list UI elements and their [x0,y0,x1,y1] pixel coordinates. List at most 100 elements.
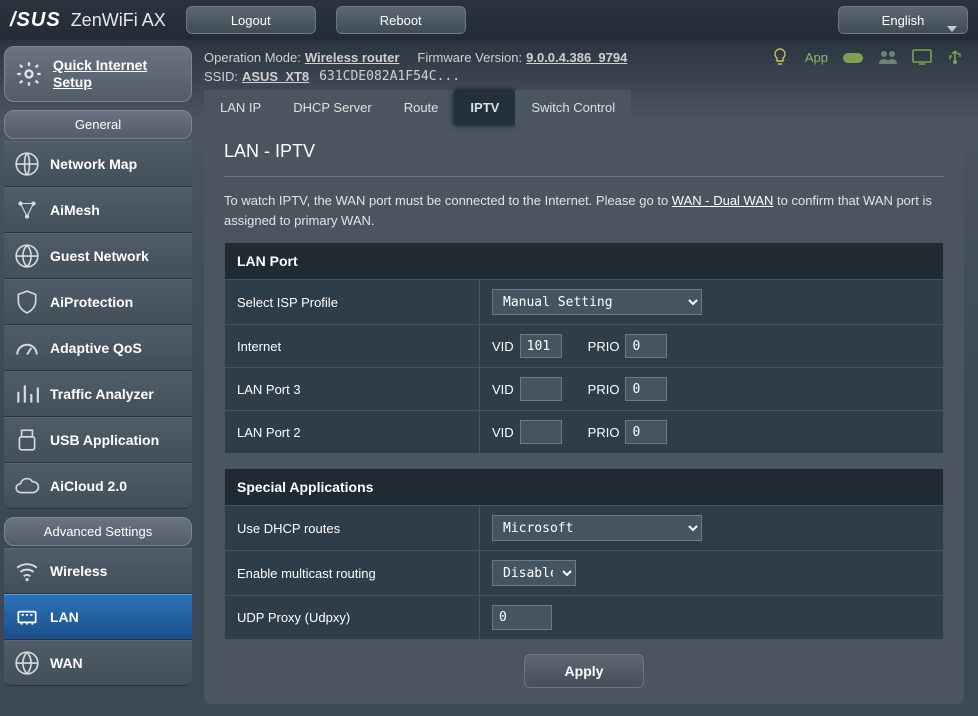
ssid-value[interactable]: ASUS_XT8 [242,69,309,84]
fw-label: Firmware Version: [417,50,522,65]
page-title: LAN - IPTV [224,141,944,162]
usb-icon [14,427,40,453]
lanport3-prio-input[interactable] [625,377,667,401]
tab-dhcp-server[interactable]: DHCP Server [277,90,388,125]
vid-label: VID [492,425,514,440]
sidebar-item-aicloud[interactable]: AiCloud 2.0 [4,463,192,509]
gauge-icon [14,335,40,361]
content-pane: LAN - IPTV To watch IPTV, the WAN port m… [204,125,964,704]
sidebar-item-label: Guest Network [50,248,149,264]
fw-value[interactable]: 9.0.0.4.386_9794 [526,50,627,65]
internet-prio-input[interactable] [625,334,667,358]
sidebar-item-label: AiProtection [50,294,133,310]
sidebar-item-label: USB Application [50,432,159,448]
lanport2-vid-input[interactable] [520,420,562,444]
product-name: ZenWiFi AX [71,10,166,31]
row-lanport2-label: LAN Port 2 [225,411,480,454]
chart-icon [14,381,40,407]
special-apps-header: Special Applications [225,469,944,506]
usb-status-icon[interactable] [946,48,964,66]
lanport2-prio-input[interactable] [625,420,667,444]
language-select[interactable]: English [838,6,968,34]
tab-bar: LAN IP DHCP Server Route IPTV Switch Con… [204,90,964,125]
app-label[interactable]: App [805,50,828,65]
globe-icon [14,151,40,177]
users-icon[interactable] [878,49,898,65]
sidebar-item-traffic-analyzer[interactable]: Traffic Analyzer [4,371,192,417]
mac-value: 631CDE082A1F54C... [319,69,460,84]
internet-vid-input[interactable] [520,334,562,358]
row-internet-label: Internet [225,325,480,368]
isp-profile-select[interactable]: Manual Setting [492,289,702,315]
prio-label: PRIO [588,339,620,354]
op-mode-label: Operation Mode: [204,50,301,65]
vid-label: VID [492,339,514,354]
sidebar-item-label: Wireless [50,563,107,579]
sidebar-item-aiprotection[interactable]: AiProtection [4,279,192,325]
multicast-label: Enable multicast routing [225,551,480,596]
lanport3-vid-input[interactable] [520,377,562,401]
sidebar-item-usb-application[interactable]: USB Application [4,417,192,463]
sidebar-item-label: Network Map [50,156,137,172]
sidebar: Quick Internet Setup General Network Map… [0,40,196,716]
sidebar-item-network-map[interactable]: Network Map [4,141,192,187]
tab-iptv[interactable]: IPTV [454,90,515,125]
sidebar-item-aimesh[interactable]: AiMesh [4,187,192,233]
sidebar-item-label: AiMesh [50,202,100,218]
sidebar-item-wan[interactable]: WAN [4,640,192,686]
sidebar-item-adaptive-qos[interactable]: Adaptive QoS [4,325,192,371]
quick-internet-setup[interactable]: Quick Internet Setup [4,46,192,102]
cloud-icon [14,473,40,499]
udp-proxy-label: UDP Proxy (Udpxy) [225,596,480,640]
op-mode-value[interactable]: Wireless router [305,50,400,65]
sidebar-item-wireless[interactable]: Wireless [4,548,192,594]
chevron-down-icon [947,16,957,44]
sidebar-item-label: AiCloud 2.0 [50,478,127,494]
top-bar: /SUS ZenWiFi AX Logout Reboot English [0,0,978,40]
lan-port-table: LAN Port Select ISP Profile Manual Setti… [224,242,944,454]
globe-icon [14,243,40,269]
info-text: To watch IPTV, the WAN port must be conn… [224,191,944,230]
prio-label: PRIO [588,382,620,397]
tab-lan-ip[interactable]: LAN IP [204,90,277,125]
isp-profile-label: Select ISP Profile [225,280,480,325]
mesh-icon [14,197,40,223]
sidebar-item-lan[interactable]: LAN [4,594,192,640]
main-layout: Quick Internet Setup General Network Map… [0,40,978,716]
gear-icon [15,60,43,88]
shield-icon [14,289,40,315]
lan-icon [14,604,40,630]
monitor-icon[interactable] [912,49,932,65]
dhcp-routes-label: Use DHCP routes [225,506,480,551]
qis-label: Quick Internet Setup [53,57,181,91]
logout-button[interactable]: Logout [186,6,316,34]
section-advanced: Advanced Settings [4,517,192,546]
wan-dual-wan-link[interactable]: WAN - Dual WAN [672,193,774,208]
sidebar-item-label: WAN [50,655,83,671]
ssid-label: SSID: [204,69,238,84]
apply-button[interactable]: Apply [524,654,644,688]
sidebar-item-label: Adaptive QoS [50,340,142,356]
prio-label: PRIO [588,425,620,440]
brand-logo: /SUS [10,9,61,32]
tab-route[interactable]: Route [388,90,455,125]
reboot-button[interactable]: Reboot [336,6,466,34]
wifi-icon [14,558,40,584]
globe-icon [14,650,40,676]
udp-proxy-input[interactable] [492,605,552,630]
sidebar-item-label: Traffic Analyzer [50,386,154,402]
lan-port-header: LAN Port [225,243,944,280]
language-label: English [882,13,925,28]
section-general: General [4,110,192,139]
bulb-icon[interactable] [773,48,787,66]
tab-switch-control[interactable]: Switch Control [515,90,631,125]
sidebar-item-guest-network[interactable]: Guest Network [4,233,192,279]
vid-label: VID [492,382,514,397]
special-apps-table: Special Applications Use DHCP routes Mic… [224,468,944,640]
gamepad-icon[interactable] [842,49,864,65]
content-area: Operation Mode: Wireless router Firmware… [196,40,978,716]
multicast-select[interactable]: Disable [492,560,576,586]
sidebar-item-label: LAN [50,609,79,625]
dhcp-routes-select[interactable]: Microsoft [492,515,702,541]
row-lanport3-label: LAN Port 3 [225,368,480,411]
